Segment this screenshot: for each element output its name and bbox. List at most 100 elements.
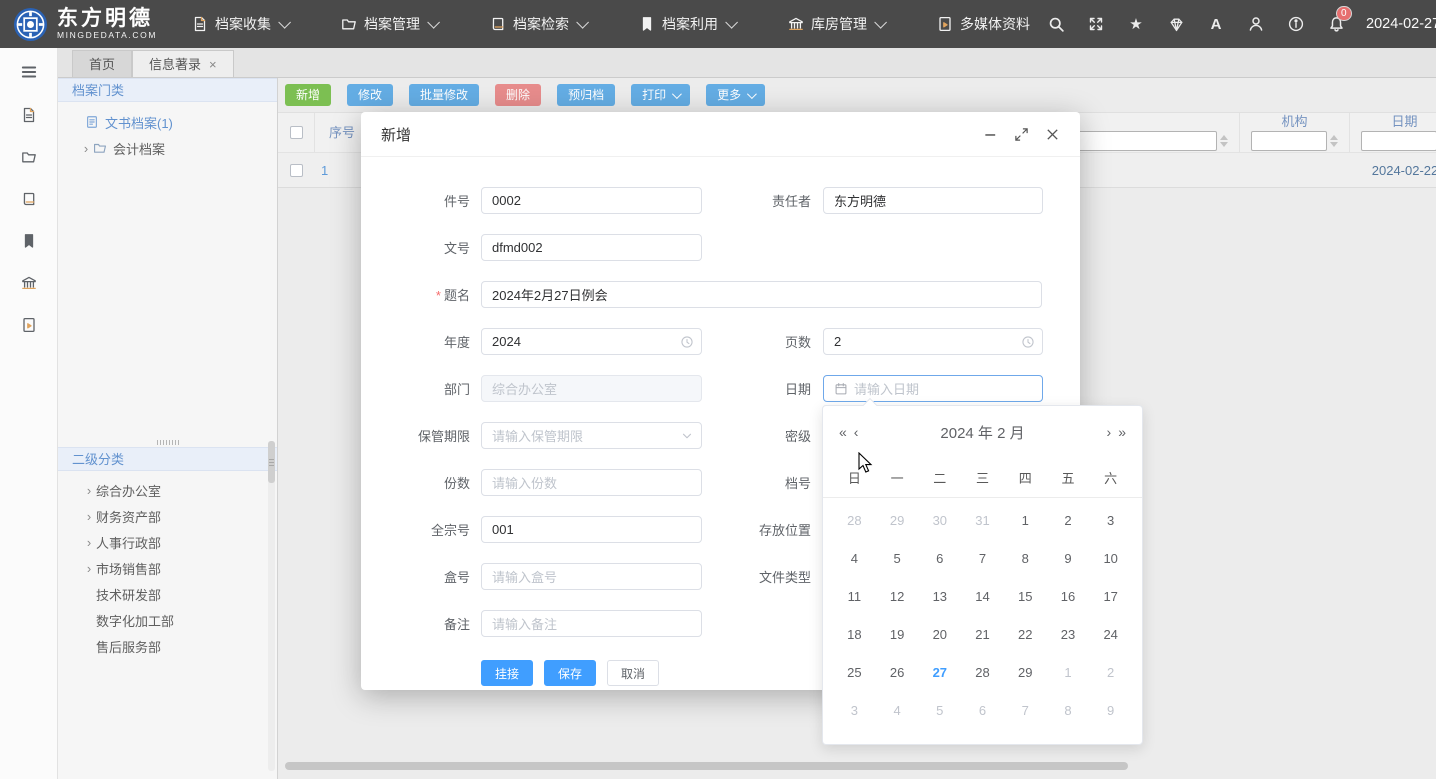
calendar-day[interactable]: 29 xyxy=(1004,654,1047,692)
toolbar-button-打印[interactable]: 打印 xyxy=(631,84,690,106)
rail-bookmark-icon[interactable] xyxy=(21,233,37,249)
next-year-button[interactable]: » xyxy=(1118,424,1126,440)
rail-bank-icon[interactable] xyxy=(21,275,37,291)
field-input-department[interactable]: 综合办公室 xyxy=(481,375,702,402)
prev-month-button[interactable]: ‹ xyxy=(854,424,859,440)
toolbar-button-批量修改[interactable]: 批量修改 xyxy=(409,84,479,106)
calendar-day[interactable]: 9 xyxy=(1089,692,1132,730)
field-input-doc-no[interactable]: dfmd002 xyxy=(481,234,702,261)
calendar-day[interactable]: 3 xyxy=(833,692,876,730)
calendar-day[interactable]: 26 xyxy=(876,654,919,692)
calendar-day[interactable]: 28 xyxy=(961,654,1004,692)
toolbar-button-预归档[interactable]: 预归档 xyxy=(557,84,615,106)
nav-item-archive-collection[interactable]: 档案收集 xyxy=(192,14,287,34)
calendar-day[interactable]: 22 xyxy=(1004,616,1047,654)
sidebar-item-会计档案[interactable]: ›会计档案 xyxy=(58,135,277,161)
toolbar-button-更多[interactable]: 更多 xyxy=(706,84,765,106)
calendar-day[interactable]: 31 xyxy=(961,502,1004,540)
rail-folder-icon[interactable] xyxy=(21,149,37,165)
calendar-day[interactable]: 30 xyxy=(918,502,961,540)
attach-button[interactable]: 挂接 xyxy=(481,660,533,686)
next-month-button[interactable]: › xyxy=(1107,424,1112,440)
calendar-day[interactable]: 20 xyxy=(918,616,961,654)
calendar-day[interactable]: 2 xyxy=(1047,502,1090,540)
sidebar-scrollbar[interactable] xyxy=(268,441,275,771)
calendar-day[interactable]: 21 xyxy=(961,616,1004,654)
calendar-day[interactable]: 29 xyxy=(876,502,919,540)
rail-book-icon[interactable] xyxy=(21,191,37,207)
select-all-checkbox[interactable] xyxy=(290,126,303,139)
tool-user[interactable] xyxy=(1246,14,1266,34)
sidebar-item-文书档案(1)[interactable]: 文书档案(1) xyxy=(58,109,277,135)
calendar-day[interactable]: 25 xyxy=(833,654,876,692)
filter-input-机构[interactable] xyxy=(1251,131,1327,151)
sort-arrows-icon[interactable] xyxy=(1220,135,1228,147)
calendar-day[interactable]: 1 xyxy=(1004,502,1047,540)
calendar-day[interactable]: 7 xyxy=(961,540,1004,578)
maximize-icon[interactable] xyxy=(1014,127,1029,142)
calendar-day[interactable]: 6 xyxy=(918,540,961,578)
sidebar-item-财务资产部[interactable]: ›财务资产部 xyxy=(58,503,277,529)
calendar-day-today[interactable]: 27 xyxy=(918,654,961,692)
calendar-day[interactable]: 12 xyxy=(876,578,919,616)
tab-home[interactable]: 首页 xyxy=(72,50,132,77)
calendar-day[interactable]: 14 xyxy=(961,578,1004,616)
tool-notifications[interactable]: 0 xyxy=(1326,14,1346,34)
tool-favorites[interactable]: ★ xyxy=(1126,14,1146,34)
minimize-icon[interactable] xyxy=(983,127,998,142)
tool-theme[interactable] xyxy=(1166,14,1186,34)
save-button[interactable]: 保存 xyxy=(544,660,596,686)
calendar-day[interactable]: 24 xyxy=(1089,616,1132,654)
toolbar-button-删除[interactable]: 删除 xyxy=(495,84,541,106)
sort-arrows-icon[interactable] xyxy=(1330,135,1338,147)
calendar-day[interactable]: 3 xyxy=(1089,502,1132,540)
sidebar-scrollbar-thumb[interactable] xyxy=(268,441,275,483)
calendar-day[interactable]: 1 xyxy=(1047,654,1090,692)
field-input-item-no[interactable]: 0002 xyxy=(481,187,702,214)
field-input-copies[interactable]: 请输入份数 xyxy=(481,469,702,496)
calendar-day[interactable]: 5 xyxy=(876,540,919,578)
calendar-day[interactable]: 5 xyxy=(918,692,961,730)
nav-item-multimedia[interactable]: 多媒体资料 xyxy=(937,14,1030,34)
tool-search[interactable] xyxy=(1046,14,1066,34)
calendar-day[interactable]: 18 xyxy=(833,616,876,654)
tool-about[interactable] xyxy=(1286,14,1306,34)
field-input-title[interactable]: 2024年2月27日例会 xyxy=(481,281,1042,308)
calendar-day[interactable]: 11 xyxy=(833,578,876,616)
calendar-day[interactable]: 13 xyxy=(918,578,961,616)
field-input-responsible[interactable]: 东方明德 xyxy=(823,187,1043,214)
calendar-day[interactable]: 28 xyxy=(833,502,876,540)
tool-fullscreen[interactable] xyxy=(1086,14,1106,34)
calendar-day[interactable]: 7 xyxy=(1004,692,1047,730)
sidebar-item-数字化加工部[interactable]: 数字化加工部 xyxy=(58,607,277,633)
cancel-button[interactable]: 取消 xyxy=(607,660,659,686)
toolbar-button-新增[interactable]: 新增 xyxy=(285,84,331,106)
row-checkbox[interactable] xyxy=(290,164,303,177)
calendar-day[interactable]: 15 xyxy=(1004,578,1047,616)
brand-logo[interactable]: 东方明德 MINGDEDATA.COM xyxy=(0,7,186,42)
calendar-day[interactable]: 4 xyxy=(833,540,876,578)
calendar-day[interactable]: 16 xyxy=(1047,578,1090,616)
sidebar-item-综合办公室[interactable]: ›综合办公室 xyxy=(58,477,277,503)
nav-item-archive-search[interactable]: 档案检索 xyxy=(490,14,585,34)
field-input-year[interactable]: 2024 xyxy=(481,328,702,355)
calendar-day[interactable]: 9 xyxy=(1047,540,1090,578)
tab-info-entry[interactable]: 信息著录× xyxy=(132,50,234,77)
close-icon[interactable] xyxy=(1045,127,1060,142)
calendar-day[interactable]: 2 xyxy=(1089,654,1132,692)
tab-close-icon[interactable]: × xyxy=(209,58,217,71)
prev-year-button[interactable]: « xyxy=(839,424,847,440)
nav-item-archive-usage[interactable]: 档案利用 xyxy=(639,14,734,34)
field-input-retention-period[interactable]: 请输入保管期限 xyxy=(481,422,702,449)
filter-input-日期[interactable] xyxy=(1361,131,1436,151)
field-input-pages[interactable]: 2 xyxy=(823,328,1043,355)
calendar-day[interactable]: 8 xyxy=(1004,540,1047,578)
rail-menu-icon[interactable] xyxy=(20,63,38,81)
splitter-handle[interactable] xyxy=(58,438,277,446)
sidebar-item-技术研发部[interactable]: 技术研发部 xyxy=(58,581,277,607)
horizontal-scrollbar-thumb[interactable] xyxy=(285,762,1128,770)
horizontal-scrollbar[interactable] xyxy=(285,762,1406,771)
rail-media-icon[interactable] xyxy=(21,317,37,333)
calendar-day[interactable]: 6 xyxy=(961,692,1004,730)
toolbar-button-修改[interactable]: 修改 xyxy=(347,84,393,106)
